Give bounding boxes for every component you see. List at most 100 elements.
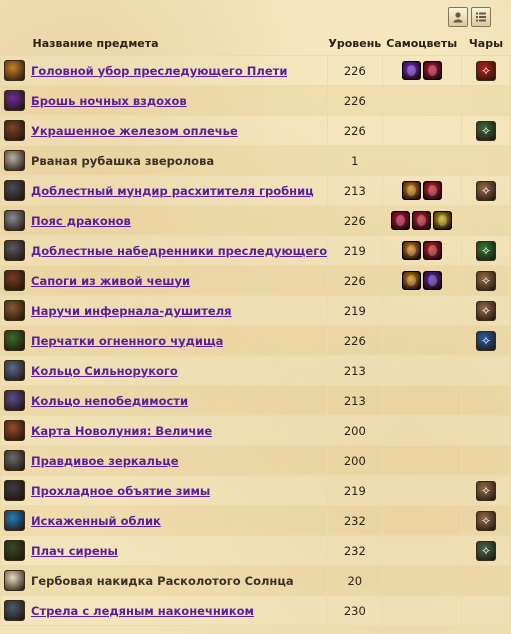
item-link[interactable]: Головной убор преследующего Плети	[31, 64, 287, 78]
item-icon[interactable]	[4, 450, 25, 471]
item-name-cell: Стрела с ледяным наконечником	[0, 595, 329, 626]
item-name-cell: Пояс драконов	[0, 205, 329, 236]
gem-icon[interactable]	[401, 61, 421, 80]
item-name-cell: Наручи инфернала-душителя	[0, 295, 329, 326]
item-name-wrap: Наручи инфернала-душителя	[2, 300, 327, 321]
gem-icon[interactable]	[401, 271, 421, 290]
table-row: Кольцо непобедимости 213	[0, 385, 511, 416]
item-name-wrap: Гербовая накидка Расколотого Солнца	[2, 570, 327, 591]
item-icon[interactable]	[4, 90, 25, 111]
enchant-icon[interactable]: ✧	[475, 330, 496, 351]
item-icon[interactable]	[4, 600, 25, 621]
gem-icon[interactable]	[401, 241, 421, 260]
enchant-icon[interactable]: ✧	[475, 510, 496, 531]
item-icon[interactable]	[4, 360, 25, 381]
item-icon[interactable]	[4, 330, 25, 351]
item-link[interactable]: Сапоги из живой чешуи	[31, 274, 190, 288]
item-name-cell: Правдивое зеркальце	[0, 445, 329, 476]
item-name-cell: Брошь ночных вздохов	[0, 85, 329, 116]
enchant-cell	[460, 205, 511, 236]
item-link[interactable]: Доблестный мундир расхитителя гробниц	[31, 184, 314, 198]
item-level: 230	[327, 595, 383, 626]
item-link[interactable]: Плач сирены	[31, 544, 118, 558]
item-link[interactable]: Доблестные набедренники преследующего	[31, 244, 327, 258]
enchant-cell	[460, 385, 511, 416]
item-link[interactable]: Кольцо Сильнорукого	[31, 364, 178, 378]
gem-icon[interactable]	[412, 211, 432, 230]
item-icon[interactable]	[4, 240, 25, 261]
enchant-icon[interactable]: ✧	[475, 60, 496, 81]
item-icon[interactable]	[4, 120, 25, 141]
item-name-cell: Прохладное объятие зимы	[0, 475, 329, 506]
gems-cell	[381, 475, 462, 506]
gem-icon[interactable]	[391, 211, 411, 230]
item-icon[interactable]	[4, 420, 25, 441]
gem-icon[interactable]	[422, 181, 442, 200]
enchant-icon[interactable]: ✧	[475, 270, 496, 291]
gem-icon[interactable]	[433, 211, 453, 230]
item-link[interactable]: Наручи инфернала-душителя	[31, 304, 232, 318]
item-name-cell: Доблестный мундир расхитителя гробниц	[0, 175, 329, 206]
item-name-cell: Гербовая накидка Расколотого Солнца	[0, 565, 329, 596]
item-icon[interactable]	[4, 180, 25, 201]
list-view-icon[interactable]	[471, 7, 491, 27]
gem-icon[interactable]	[401, 181, 421, 200]
enchant-icon[interactable]: ✧	[475, 240, 496, 261]
item-name-cell: Искаженный облик	[0, 505, 329, 536]
item-level: 226	[327, 55, 383, 86]
item-name-wrap: Прохладное объятие зимы	[2, 480, 327, 501]
item-icon[interactable]	[4, 300, 25, 321]
item-link[interactable]: Укрaшенное железом оплечье	[31, 124, 238, 138]
item-name-cell: Кольцо непобедимости	[0, 385, 329, 416]
gems-cell	[381, 235, 462, 266]
item-link[interactable]: Прохладное объятие зимы	[31, 484, 210, 498]
enchant-cell: ✧	[460, 325, 511, 356]
enchant-icon[interactable]: ✧	[475, 480, 496, 501]
table-row: Доблестный мундир расхитителя гробниц 213…	[0, 175, 511, 206]
enchant-cell: ✧	[460, 535, 511, 566]
gem-icon[interactable]	[422, 271, 442, 290]
item-icon[interactable]	[4, 210, 25, 231]
item-link[interactable]: Перчатки огненного чудища	[31, 334, 223, 348]
item-icon[interactable]	[4, 480, 25, 501]
item-level: 232	[327, 505, 383, 536]
enchant-cell	[460, 565, 511, 596]
item-link[interactable]: Стрела с ледяным наконечником	[31, 604, 254, 618]
enchant-icon[interactable]: ✧	[475, 540, 496, 561]
item-icon[interactable]	[4, 570, 25, 591]
table-row: Наручи инфернала-душителя 219 ✧	[0, 295, 511, 326]
enchant-icon[interactable]: ✧	[475, 180, 496, 201]
enchant-icon[interactable]: ✧	[475, 120, 496, 141]
item-link[interactable]: Кольцо непобедимости	[31, 394, 188, 408]
item-name-wrap: Доблестные набедренники преследующего	[2, 240, 327, 261]
enchant-cell: ✧	[460, 475, 511, 506]
view-toolbar	[448, 7, 491, 27]
item-icon[interactable]	[4, 540, 25, 561]
enchant-cell	[460, 445, 511, 476]
gem-icon[interactable]	[422, 61, 442, 80]
item-icon[interactable]	[4, 150, 25, 171]
item-link[interactable]: Карта Новолуния: Величие	[31, 424, 212, 438]
item-icon[interactable]	[4, 510, 25, 531]
character-view-icon[interactable]	[448, 7, 468, 27]
item-link[interactable]: Искаженный облик	[31, 514, 161, 528]
table-row: Прохладное объятие зимы 219 ✧	[0, 475, 511, 506]
item-icon[interactable]	[4, 390, 25, 411]
item-link[interactable]: Брошь ночных вздохов	[31, 94, 187, 108]
enchant-cell	[460, 595, 511, 626]
gems-cell	[381, 145, 462, 176]
item-link[interactable]: Правдивое зеркальце	[31, 454, 179, 468]
enchant-icon[interactable]: ✧	[475, 300, 496, 321]
gem-icon[interactable]	[422, 241, 442, 260]
enchant-cell	[460, 145, 511, 176]
item-level: 219	[327, 475, 383, 506]
column-header-enchants: Чары	[468, 36, 504, 50]
item-name-wrap: Брошь ночных вздохов	[2, 90, 327, 111]
item-link[interactable]: Пояс драконов	[31, 214, 131, 228]
column-header-gems: Самоцветы	[386, 36, 458, 50]
table-row: Стрела с ледяным наконечником 230	[0, 595, 511, 626]
gems-cell	[381, 565, 462, 596]
table-row: Кольцо Сильнорукого 213	[0, 355, 511, 386]
item-icon[interactable]	[4, 60, 25, 81]
item-icon[interactable]	[4, 270, 25, 291]
